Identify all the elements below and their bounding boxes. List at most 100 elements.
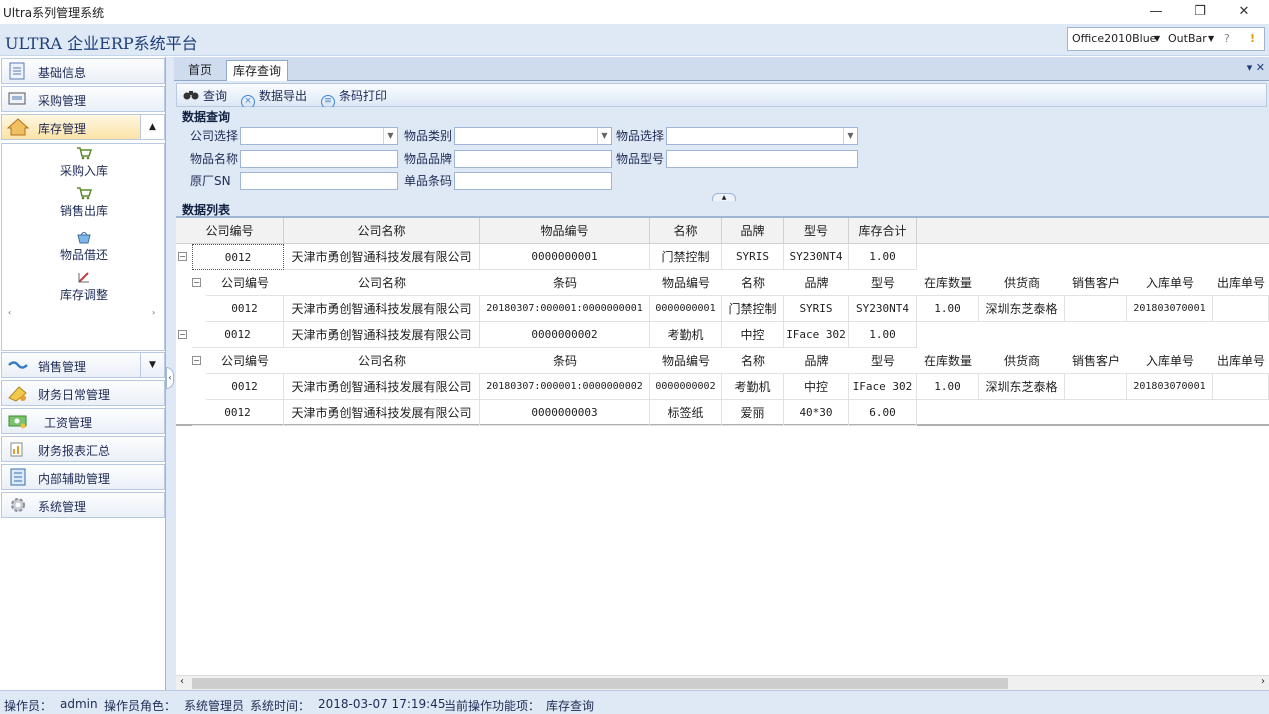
cell-company-id[interactable]: 0012 <box>206 374 284 400</box>
item-name-input[interactable] <box>240 150 398 168</box>
restore-button[interactable]: ❐ <box>1180 2 1220 22</box>
cell-item-id[interactable]: 0000000001 <box>480 244 650 270</box>
cell-model[interactable]: IFace 302 <box>849 374 917 400</box>
model-input[interactable] <box>666 150 858 168</box>
chevron-up-icon[interactable]: ▲ <box>140 115 164 139</box>
collapse-icon[interactable]: ‹ <box>166 367 174 389</box>
alert-icon[interactable]: ! <box>1250 32 1255 45</box>
cell-brand[interactable]: 中控 <box>784 374 849 400</box>
cell-item-id[interactable]: 0000000002 <box>650 374 722 400</box>
detail-column-header[interactable]: 公司编号 <box>206 270 284 296</box>
cell-in-no[interactable]: 201803070001 <box>1127 374 1213 400</box>
detail-column-header[interactable]: 物品编号 <box>650 270 722 296</box>
minimize-button[interactable]: — <box>1136 2 1176 22</box>
cell-company-id[interactable]: 0012 <box>192 244 284 270</box>
submenu-item-purchase-in[interactable]: 采购入库 <box>2 146 166 179</box>
cell-company[interactable]: 天津市勇创智通科技发展有限公司 <box>284 400 480 426</box>
detail-column-header[interactable]: 型号 <box>849 348 917 374</box>
chevron-down-icon[interactable]: ▼ <box>597 128 611 144</box>
detail-column-header[interactable]: 在库数量 <box>917 270 979 296</box>
cell-item-id[interactable]: 0000000001 <box>650 296 722 322</box>
table-row[interactable]: 0012 天津市勇创智通科技发展有限公司 0000000003 标签纸 爱丽 4… <box>176 400 1269 426</box>
cell-company-id[interactable]: 0012 <box>206 296 284 322</box>
cell-item-id[interactable]: 0000000002 <box>480 322 650 348</box>
sidebar-splitter[interactable]: ‹ <box>166 57 174 690</box>
chevron-down-icon[interactable]: ▼ <box>1154 34 1160 43</box>
cell-out-no[interactable] <box>1213 374 1269 400</box>
chevron-down-icon[interactable]: ▼ <box>843 128 857 144</box>
cell-model[interactable]: SY230NT4 <box>784 244 849 270</box>
tab-inventory-query[interactable]: 库存查询 <box>226 60 289 81</box>
cell-brand[interactable]: SYRIS <box>722 244 784 270</box>
cell-barcode[interactable]: 20180307:000001:0000000002 <box>480 374 650 400</box>
cell-total[interactable]: 1.00 <box>849 244 917 270</box>
cell-qty[interactable]: 1.00 <box>917 374 979 400</box>
column-header[interactable]: 名称 <box>650 218 722 244</box>
scroll-left-icon[interactable]: ‹ <box>8 308 11 317</box>
cell-brand[interactable]: 爱丽 <box>722 400 784 426</box>
cell-out-no[interactable] <box>1213 296 1269 322</box>
chevron-down-icon[interactable]: ▼ <box>140 353 164 377</box>
tab-menu-close-icon[interactable]: ▾ ✕ <box>1247 61 1265 74</box>
cell-brand[interactable]: SYRIS <box>784 296 849 322</box>
sidebar-item-basic-info[interactable]: 基础信息 <box>1 58 165 84</box>
detail-column-header[interactable]: 供货商 <box>979 348 1065 374</box>
cell-supplier[interactable]: 深圳东芝泰格 <box>979 374 1065 400</box>
detail-column-header[interactable]: 品牌 <box>784 348 849 374</box>
detail-column-header[interactable]: 出库单号 <box>1213 270 1269 296</box>
scrollbar-thumb[interactable] <box>192 678 1008 689</box>
cell-supplier[interactable]: 深圳东芝泰格 <box>979 296 1065 322</box>
cell-company[interactable]: 天津市勇创智通科技发展有限公司 <box>284 244 480 270</box>
sidebar-item-sales[interactable]: 销售管理 ▼ <box>1 352 165 378</box>
chevron-down-icon[interactable]: ▼ <box>383 128 397 144</box>
column-header[interactable]: 库存合计 <box>849 218 917 244</box>
cell-customer[interactable] <box>1065 374 1127 400</box>
table-row[interactable]: − 0012 天津市勇创智通科技发展有限公司 0000000002 考勤机 中控… <box>176 322 1269 348</box>
collapse-row-icon[interactable]: − <box>178 330 187 339</box>
cell-model[interactable]: IFace 302 <box>784 322 849 348</box>
column-header[interactable]: 品牌 <box>722 218 784 244</box>
detail-column-header[interactable]: 入库单号 <box>1127 270 1213 296</box>
cell-in-no[interactable]: 201803070001 <box>1127 296 1213 322</box>
close-button[interactable]: ✕ <box>1224 2 1264 22</box>
sidebar-item-salary[interactable]: 工资管理 <box>1 408 165 434</box>
detail-row[interactable]: 0012 天津市勇创智通科技发展有限公司 20180307:000001:000… <box>176 296 1269 322</box>
scroll-right-icon[interactable]: › <box>1261 676 1265 687</box>
scroll-right-icon[interactable]: › <box>152 308 155 317</box>
cell-barcode[interactable]: 20180307:000001:0000000001 <box>480 296 650 322</box>
collapse-row-icon[interactable]: − <box>178 252 187 261</box>
detail-column-header[interactable]: 型号 <box>849 270 917 296</box>
sidebar-item-internal-aux[interactable]: 内部辅助管理 <box>1 464 165 490</box>
cell-company-id[interactable]: 0012 <box>192 400 284 426</box>
cell-name[interactable]: 门禁控制 <box>722 296 784 322</box>
detail-column-header[interactable]: 在库数量 <box>917 348 979 374</box>
collapse-row-icon[interactable]: − <box>192 278 201 287</box>
barcode-print-button[interactable]: ≡ 条码打印 <box>321 87 387 109</box>
bar-style-dropdown[interactable]: OutBar <box>1168 32 1207 45</box>
skin-dropdown[interactable]: Office2010Blue <box>1072 32 1156 45</box>
company-select[interactable]: ▼ <box>240 127 398 145</box>
detail-row[interactable]: 0012 天津市勇创智通科技发展有限公司 20180307:000001:000… <box>176 374 1269 400</box>
submenu-item-borrow-return[interactable]: 物品借还 <box>2 230 166 263</box>
help-icon[interactable]: ? <box>1224 32 1230 45</box>
detail-column-header[interactable]: 入库单号 <box>1127 348 1213 374</box>
column-header[interactable]: 公司名称 <box>284 218 480 244</box>
cell-name[interactable]: 标签纸 <box>650 400 722 426</box>
horizontal-scrollbar[interactable]: ‹ › <box>176 675 1269 690</box>
detail-column-header[interactable]: 条码 <box>480 270 650 296</box>
column-header[interactable]: 型号 <box>784 218 849 244</box>
sidebar-item-finance-report[interactable]: 财务报表汇总 <box>1 436 165 462</box>
cell-name[interactable]: 门禁控制 <box>650 244 722 270</box>
sidebar-item-purchase[interactable]: 采购管理 <box>1 86 165 112</box>
chevron-down-icon[interactable]: ▼ <box>1208 34 1214 43</box>
detail-column-header[interactable]: 公司名称 <box>284 270 480 296</box>
submenu-item-sales-out[interactable]: 销售出库 <box>2 186 166 219</box>
detail-column-header[interactable]: 销售客户 <box>1065 348 1127 374</box>
cell-company-id[interactable]: 0012 <box>192 322 284 348</box>
cell-company[interactable]: 天津市勇创智通科技发展有限公司 <box>284 322 480 348</box>
cell-model[interactable]: 40*30 <box>784 400 849 426</box>
cell-name[interactable]: 考勤机 <box>722 374 784 400</box>
cell-qty[interactable]: 1.00 <box>917 296 979 322</box>
tab-home[interactable]: 首页 <box>182 60 218 81</box>
detail-column-header[interactable]: 公司编号 <box>206 348 284 374</box>
